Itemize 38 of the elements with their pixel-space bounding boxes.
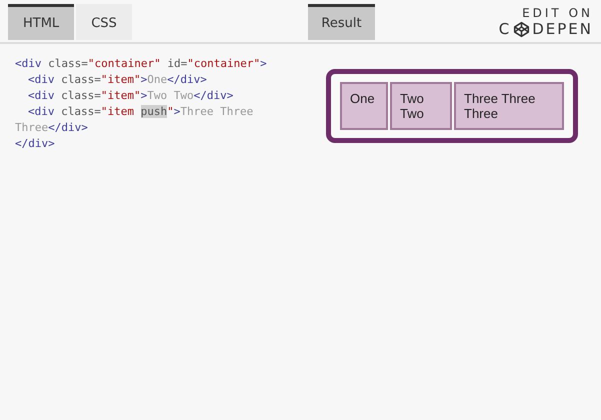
code-token: > — [174, 105, 180, 118]
code-token: class= — [60, 73, 101, 86]
code-token: </div> — [48, 121, 88, 134]
code-token: > — [140, 73, 148, 86]
code-token: One — [147, 73, 168, 86]
code-token: Three Three — [180, 105, 254, 118]
editor-tab[interactable]: HTML — [8, 4, 74, 40]
code-token: > — [140, 89, 148, 102]
code-token: <div — [15, 57, 42, 70]
code-token: </div> — [15, 137, 55, 150]
result-item: Two Two — [390, 82, 452, 130]
result-item: Three Three Three — [454, 82, 564, 130]
code-token: "item" — [100, 73, 141, 86]
logo-text: C — [498, 20, 512, 38]
code-token: > — [260, 57, 267, 70]
code-token: Two Two — [147, 89, 194, 102]
result-item: One — [340, 82, 388, 130]
code-token: <div — [28, 105, 54, 118]
code-token: <div — [28, 73, 54, 86]
code-token: Three — [15, 121, 48, 134]
code-token: class= — [47, 57, 88, 70]
editor-tab[interactable]: CSS — [76, 4, 132, 40]
logo-caption: EDIT ON — [522, 6, 593, 20]
code-token: "container" — [88, 57, 161, 70]
code-token: </div> — [167, 73, 207, 86]
code-token: "item" — [100, 89, 141, 102]
code-token: <div — [28, 89, 54, 102]
code-token: class= — [60, 89, 101, 102]
code-token: id= — [166, 57, 188, 70]
code-token: "item — [100, 105, 135, 118]
code-token: " — [167, 105, 174, 118]
code-token: push — [140, 105, 168, 118]
code-token: </div> — [194, 89, 234, 102]
logo-text: DEPEN — [532, 20, 593, 38]
result-tab[interactable]: Result — [308, 4, 375, 40]
code-token: "container" — [187, 57, 260, 70]
cube-logo-icon — [513, 20, 530, 38]
code-token: class= — [60, 105, 101, 118]
